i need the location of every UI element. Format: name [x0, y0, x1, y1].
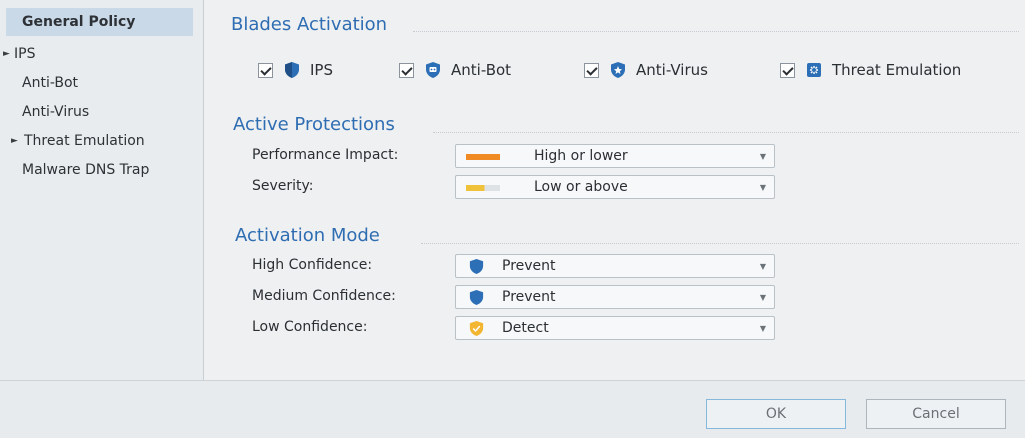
sidebar-item-anti-bot[interactable]: Anti-Bot — [0, 69, 203, 98]
performance-impact-select[interactable]: High or lower ▼ — [455, 144, 775, 168]
select-value: Prevent — [502, 289, 556, 305]
sidebar-item-threat-emulation[interactable]: ► Threat Emulation — [0, 127, 203, 156]
section-title-blades: Blades Activation — [231, 14, 388, 35]
anti-bot-icon — [426, 62, 440, 78]
high-confidence-label: High Confidence: — [252, 257, 373, 273]
sidebar-item-general-policy[interactable]: General Policy — [6, 8, 193, 36]
section-title-activation-mode: Activation Mode — [235, 225, 380, 246]
ips-shield-icon — [285, 62, 299, 78]
select-value: Detect — [502, 320, 549, 336]
expand-arrow-icon[interactable]: ► — [11, 127, 18, 156]
anti-virus-icon — [611, 62, 625, 78]
ok-button[interactable]: OK — [706, 399, 846, 429]
blade-anti-bot[interactable]: Anti-Bot — [399, 58, 511, 82]
blade-ips[interactable]: IPS — [258, 58, 333, 82]
blade-label: IPS — [310, 61, 333, 79]
performance-impact-label: Performance Impact: — [252, 147, 399, 163]
blade-label: Threat Emulation — [832, 61, 962, 79]
severity-label: Severity: — [252, 178, 314, 194]
anti-bot-checkbox[interactable] — [399, 62, 414, 78]
select-value: High or lower — [534, 148, 628, 164]
section-divider — [421, 243, 1019, 244]
medium-confidence-select[interactable]: Prevent ▼ — [455, 285, 775, 309]
blade-threat-emulation[interactable]: Threat Emulation — [780, 58, 961, 82]
ips-checkbox[interactable] — [258, 62, 273, 78]
sidebar-item-ips[interactable]: ► IPS — [0, 40, 203, 69]
severity-level-swatch — [466, 185, 500, 191]
sidebar-item-label: General Policy — [22, 14, 136, 30]
chevron-down-icon: ▼ — [759, 293, 766, 302]
sidebar-item-label: Anti-Bot — [22, 75, 79, 91]
threat-emulation-icon — [807, 63, 821, 77]
prevent-shield-icon — [469, 289, 484, 306]
high-confidence-select[interactable]: Prevent ▼ — [455, 254, 775, 278]
select-value: Low or above — [534, 179, 628, 195]
medium-confidence-label: Medium Confidence: — [252, 288, 396, 304]
severity-select[interactable]: Low or above ▼ — [455, 175, 775, 199]
section-divider — [433, 132, 1019, 133]
blade-anti-virus[interactable]: Anti-Virus — [584, 58, 708, 82]
section-divider — [413, 31, 1019, 32]
sidebar-item-label: Threat Emulation — [24, 133, 145, 149]
prevent-shield-icon — [469, 258, 484, 275]
sidebar: General Policy ► IPS Anti-Bot Anti-Virus… — [0, 0, 204, 380]
expand-arrow-icon[interactable]: ► — [3, 40, 10, 69]
anti-virus-checkbox[interactable] — [584, 62, 599, 78]
chevron-down-icon: ▼ — [759, 183, 766, 192]
chevron-down-icon: ▼ — [759, 324, 766, 333]
low-confidence-label: Low Confidence: — [252, 319, 368, 335]
section-title-active-protections: Active Protections — [233, 114, 395, 135]
blade-label: Anti-Bot — [451, 61, 512, 79]
dialog-footer: OK Cancel — [0, 380, 1025, 438]
detect-shield-icon — [469, 320, 484, 337]
blade-label: Anti-Virus — [636, 61, 708, 79]
low-confidence-select[interactable]: Detect ▼ — [455, 316, 775, 340]
select-value: Prevent — [502, 258, 556, 274]
impact-level-swatch — [466, 154, 500, 160]
sidebar-item-label: Malware DNS Trap — [22, 162, 150, 178]
sidebar-item-label: Anti-Virus — [22, 104, 90, 120]
chevron-down-icon: ▼ — [759, 262, 766, 271]
threat-emulation-checkbox[interactable] — [780, 62, 795, 78]
sidebar-item-anti-virus[interactable]: Anti-Virus — [0, 98, 203, 127]
chevron-down-icon: ▼ — [759, 152, 766, 161]
main-panel: Blades Activation IPS Anti-Bot Anti-Viru… — [203, 0, 1025, 380]
sidebar-item-malware-dns-trap[interactable]: Malware DNS Trap — [0, 156, 203, 185]
sidebar-item-label: IPS — [14, 46, 36, 62]
cancel-button[interactable]: Cancel — [866, 399, 1006, 429]
